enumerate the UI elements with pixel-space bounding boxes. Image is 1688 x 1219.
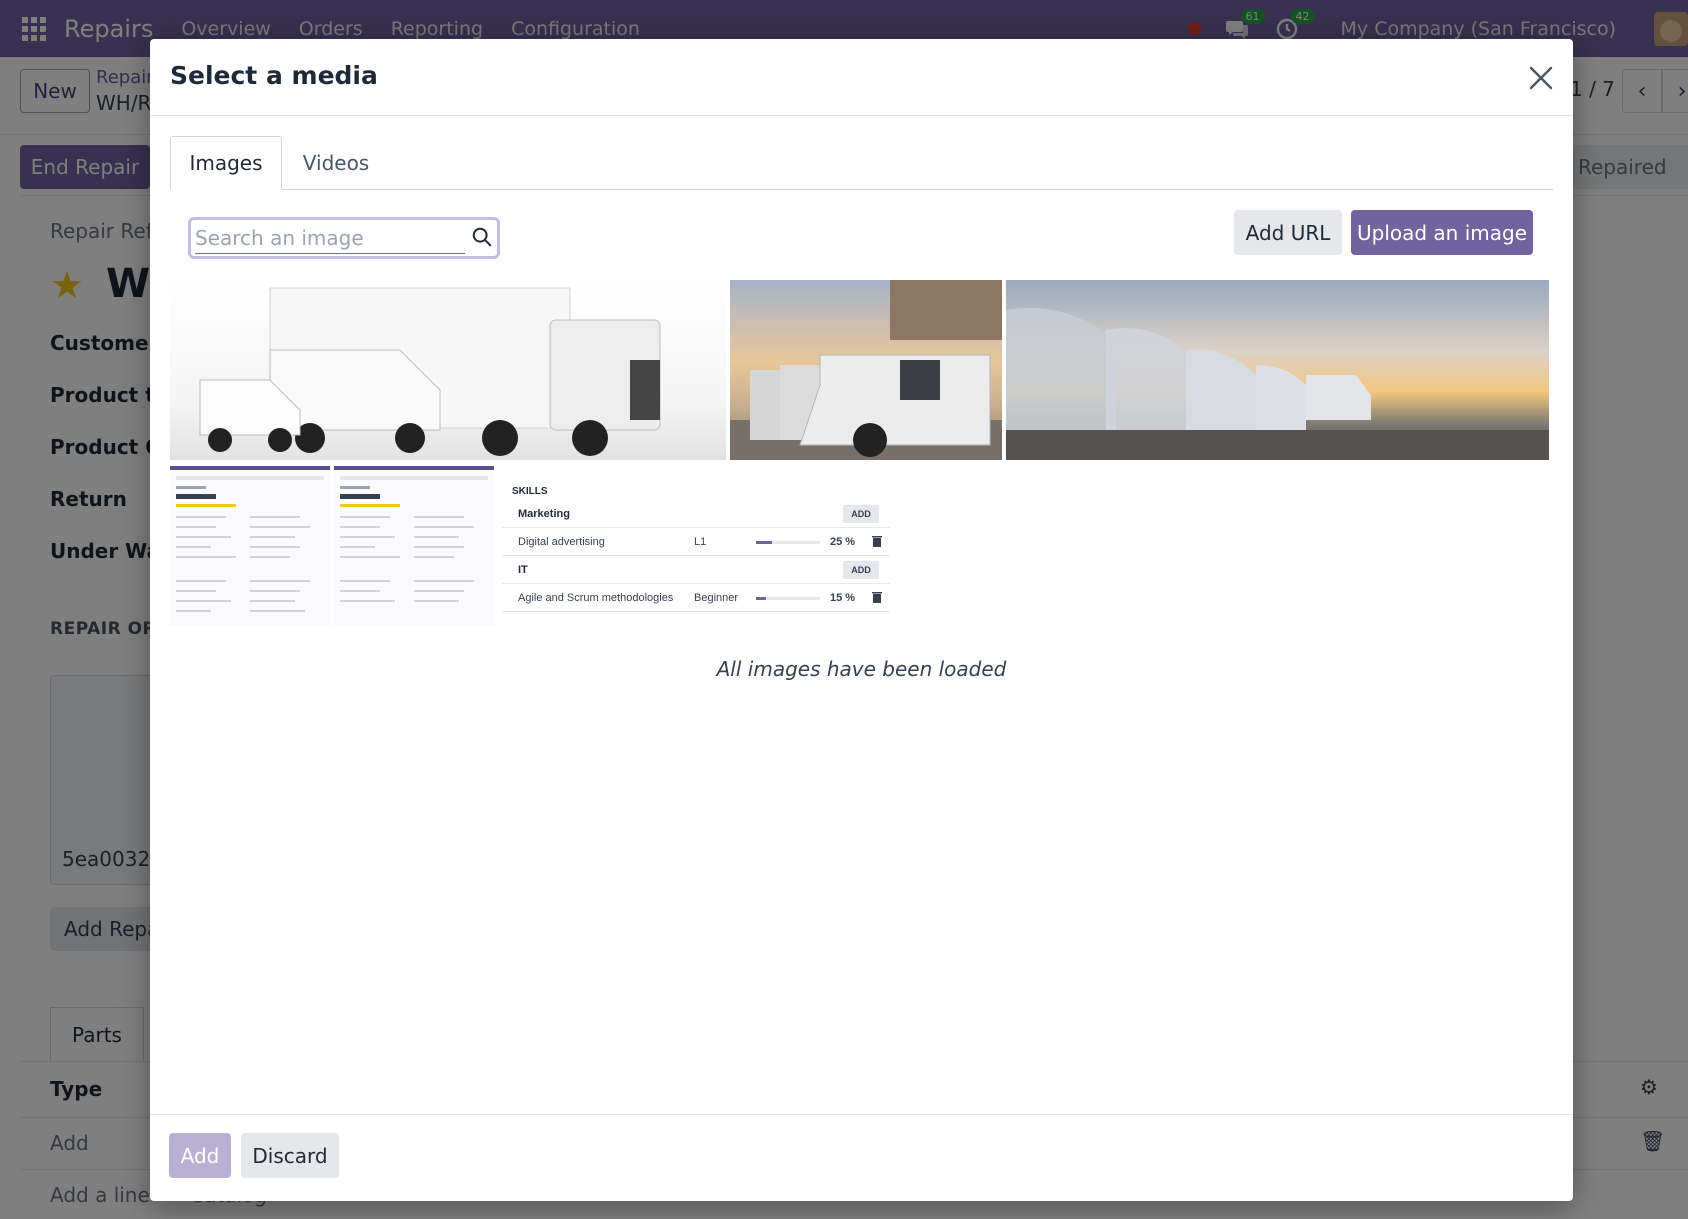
skill-progress-bar <box>756 541 820 544</box>
tab-images[interactable]: Images <box>170 136 282 190</box>
skill-progress-fill <box>756 541 772 544</box>
trash-icon <box>872 592 882 603</box>
skill-percent: 25 % <box>830 536 856 548</box>
dialog-title: Select a media <box>170 61 378 90</box>
trash-icon <box>872 536 882 547</box>
skills-heading: SKILLS <box>512 486 548 497</box>
skill-name: Digital advertising <box>518 536 605 548</box>
form-screenshot-image <box>340 476 488 602</box>
form-screenshot-image <box>176 476 324 612</box>
skill-level: Beginner <box>694 592 739 604</box>
add-url-button[interactable]: Add URL <box>1234 210 1342 255</box>
image-thumbnail[interactable] <box>170 466 330 626</box>
discard-button[interactable]: Discard <box>241 1133 339 1178</box>
image-thumbnail[interactable] <box>170 280 726 460</box>
skill-group-row: Marketing ADD <box>502 500 890 528</box>
search-box <box>188 217 500 259</box>
skill-progress-fill <box>756 597 766 600</box>
image-thumbnail[interactable] <box>1006 280 1549 460</box>
image-thumbnail[interactable]: SKILLS Marketing ADD Digital advertising… <box>500 480 892 620</box>
skill-percent: 15 % <box>830 592 856 604</box>
skill-group-name: IT <box>518 564 528 576</box>
van-row-image <box>730 280 1002 460</box>
search-input[interactable] <box>195 222 465 254</box>
skill-row: Digital advertising L1 25 % <box>502 528 890 556</box>
media-tabs: Images Videos <box>170 136 1553 190</box>
skill-group-row: IT ADD <box>502 556 890 584</box>
skill-level: L1 <box>694 536 707 548</box>
search-icon[interactable] <box>471 226 493 248</box>
skill-row: Agile and Scrum methodologies Beginner 1… <box>502 584 890 612</box>
skill-progress-bar <box>756 597 820 600</box>
dialog-footer: Add Discard <box>150 1114 1573 1201</box>
all-images-loaded-message: All images have been loaded <box>716 657 1007 681</box>
select-media-dialog: Select a media Images Videos Add URL Upl… <box>150 39 1573 1201</box>
upload-image-button[interactable]: Upload an image <box>1351 210 1533 255</box>
van-fleet-sunset-image <box>1006 308 1549 460</box>
dialog-header: Select a media <box>150 39 1573 116</box>
close-icon[interactable] <box>1526 63 1556 93</box>
image-thumbnail[interactable] <box>334 466 494 626</box>
add-button[interactable]: Add <box>169 1133 231 1178</box>
skill-add-button: ADD <box>843 505 879 523</box>
image-thumbnail[interactable] <box>730 280 1002 460</box>
skill-name: Agile and Scrum methodologies <box>518 592 674 604</box>
tab-videos[interactable]: Videos <box>282 136 390 190</box>
skill-group-name: Marketing <box>518 508 570 520</box>
vehicle-fleet-image <box>199 287 661 456</box>
skill-add-button: ADD <box>843 561 879 579</box>
